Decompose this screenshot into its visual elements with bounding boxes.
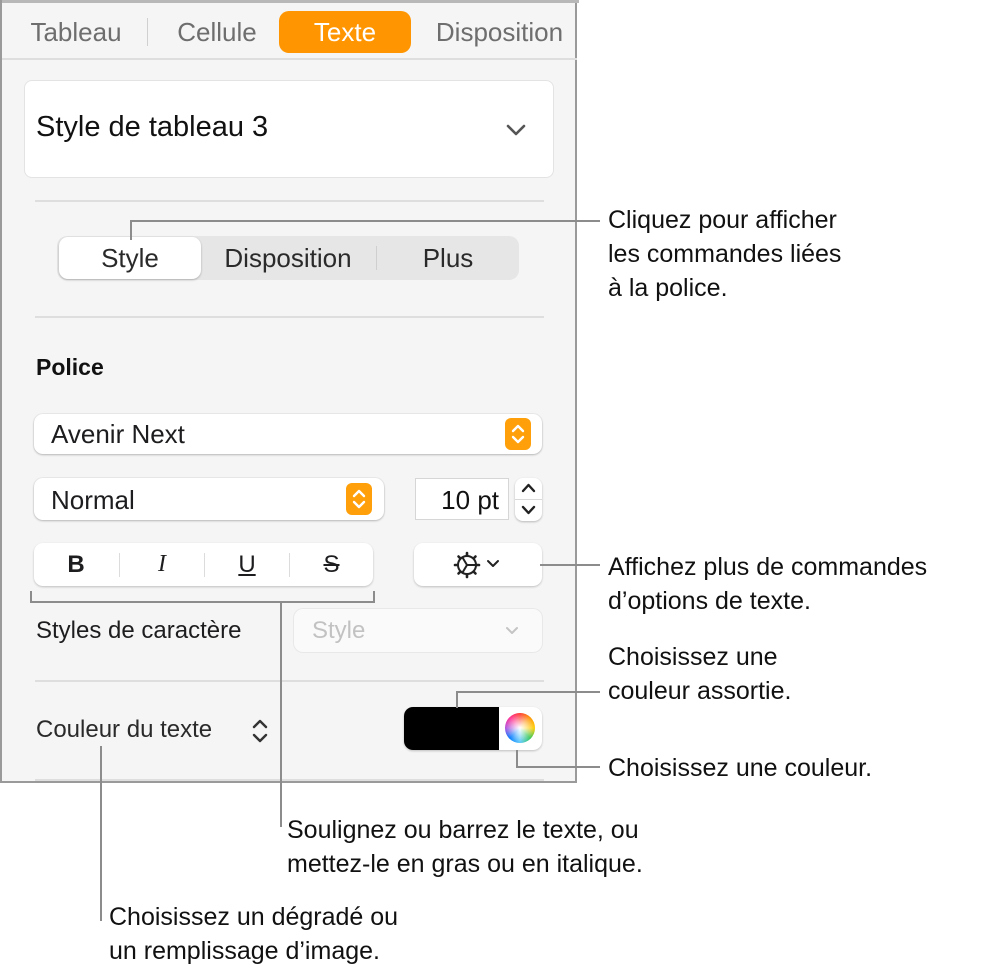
callout-line [516, 750, 518, 767]
table-style-name: Style de tableau 3 [36, 111, 269, 143]
tab-cellule[interactable]: Cellule [162, 11, 272, 53]
callout-text-color-fill: Choisissez un dégradé ou un remplissage … [109, 903, 399, 965]
text-segmented-control: Style Disposition Plus [57, 236, 519, 280]
callout-more-options: Affichez plus de commandes d’options de … [608, 553, 928, 615]
font-size-value: 10 pt [441, 485, 499, 515]
character-styles-popup[interactable]: Style [294, 609, 542, 652]
callout-format-buttons: Soulignez ou barrez le texte, ou mettez-… [287, 816, 643, 878]
tab-texte[interactable]: Texte [279, 11, 411, 53]
font-family-stepper-icon [505, 418, 531, 450]
callout-bracket [30, 601, 375, 603]
chevron-up-icon[interactable] [515, 478, 542, 499]
character-style-placeholder: Style [312, 617, 366, 644]
segment-separator [376, 246, 377, 270]
chevron-down-icon [506, 124, 526, 136]
chevron-down-icon [487, 560, 499, 567]
more-text-options-button[interactable] [414, 543, 542, 586]
tab-separator [147, 18, 148, 46]
callout-line [456, 691, 600, 693]
underline-button[interactable]: U [205, 543, 289, 586]
font-typeface-stepper-icon [346, 483, 372, 515]
callout-line [130, 220, 600, 222]
text-color-well [404, 707, 542, 750]
callout-style-tab: Cliquez pour afficher les commandes liée… [608, 206, 842, 302]
callout-line [130, 221, 132, 240]
gear-icon [453, 551, 481, 579]
font-typeface-value: Normal [51, 485, 135, 515]
segment-plus[interactable]: Plus [379, 236, 517, 280]
callout-bracket [373, 591, 375, 603]
divider [35, 779, 544, 781]
text-format-buttons: B I U S [34, 543, 373, 586]
font-typeface-popup[interactable]: Normal [34, 478, 384, 520]
bold-button[interactable]: B [34, 543, 118, 586]
character-styles-label: Styles de caractère [36, 617, 242, 644]
callout-line [100, 746, 102, 921]
chevron-down-icon[interactable] [515, 500, 542, 521]
font-section-heading: Police [36, 354, 104, 380]
divider [35, 316, 544, 318]
tab-tableau[interactable]: Tableau [20, 11, 132, 53]
segment-disposition[interactable]: Disposition [205, 236, 371, 280]
segment-style[interactable]: Style [59, 237, 201, 279]
divider [35, 200, 544, 202]
panel-top-border [2, 0, 579, 3]
color-wheel-icon[interactable] [505, 713, 535, 743]
font-family-popup[interactable]: Avenir Next [34, 414, 542, 454]
callout-line [540, 564, 600, 566]
italic-button[interactable]: I [120, 543, 204, 586]
callout-color-swatch: Choisissez une couleur assortie. [608, 643, 792, 705]
table-style-selector[interactable]: Style de tableau 3 [24, 80, 554, 178]
format-inspector-panel: Tableau Cellule Texte Disposition Style … [0, 0, 579, 783]
divider [35, 680, 544, 682]
inspector-tabs: Tableau Cellule Texte Disposition [2, 4, 577, 60]
color-swatch[interactable] [404, 707, 499, 750]
strikethrough-button[interactable]: S [290, 543, 373, 586]
updown-chevron-icon[interactable] [250, 717, 270, 745]
font-size-stepper[interactable] [515, 478, 542, 521]
tab-disposition[interactable]: Disposition [422, 11, 577, 53]
callout-line [456, 692, 458, 708]
chevron-down-icon [506, 627, 518, 634]
callout-line [516, 766, 600, 768]
font-size-field[interactable]: 10 pt [415, 478, 509, 520]
callout-color-wheel: Choisissez une couleur. [608, 754, 873, 782]
text-color-label[interactable]: Couleur du texte [36, 716, 212, 744]
callout-line [280, 601, 282, 827]
font-family-value: Avenir Next [51, 419, 185, 449]
